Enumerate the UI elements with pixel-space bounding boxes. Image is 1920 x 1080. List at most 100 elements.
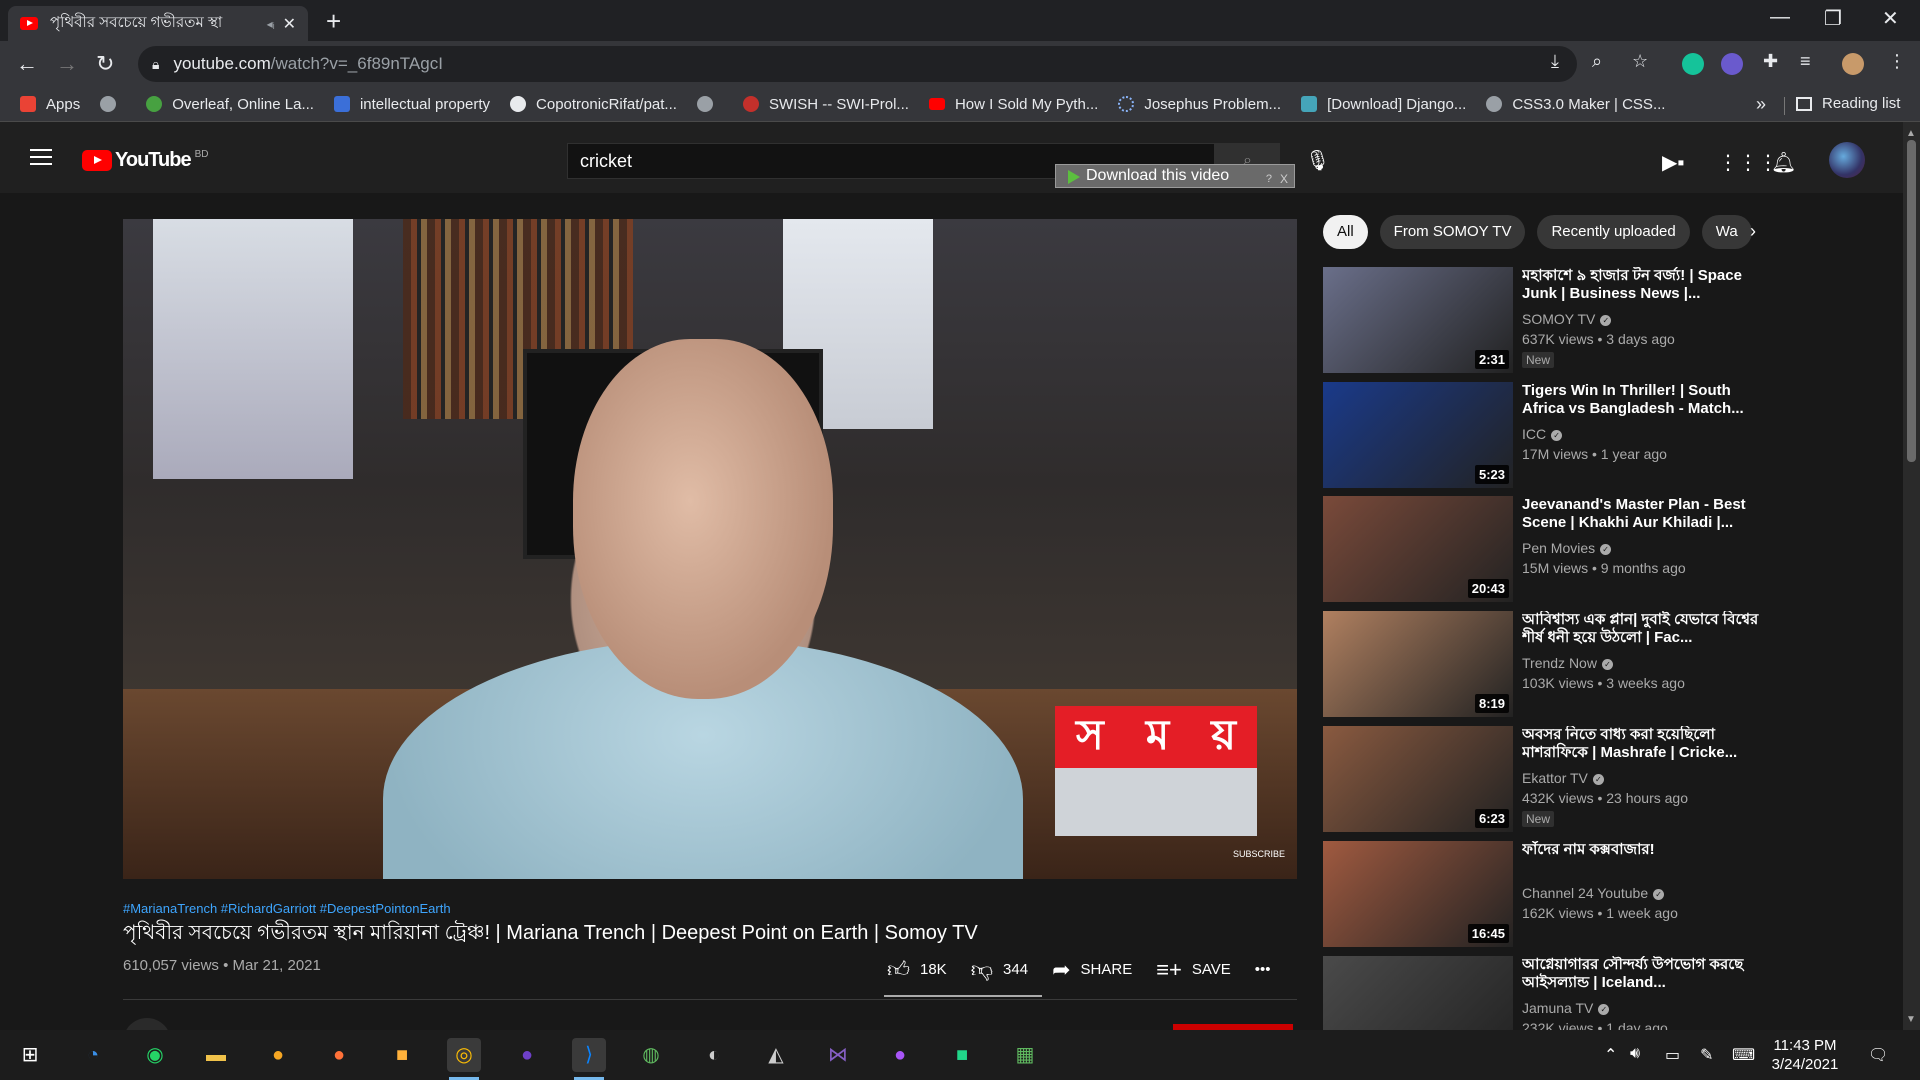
bookmark-overleaf[interactable]: Overleaf, Online La... <box>146 96 314 113</box>
chips-next-icon[interactable]: › <box>1750 221 1756 242</box>
recommended-channel[interactable]: Pen Movies ✓ <box>1522 540 1612 556</box>
more-actions-button[interactable]: ••• <box>1255 961 1271 978</box>
keyboard-icon[interactable]: ⌨ <box>1732 1045 1755 1065</box>
forward-button[interactable]: → <box>56 51 78 77</box>
lock-icon[interactable]: 🔒︎ <box>152 56 159 73</box>
media-control-icon[interactable]: ≡ <box>1800 51 1811 72</box>
bookmark-swish[interactable]: SWISH -- SWI-Prol... <box>742 96 909 113</box>
audio-playing-icon[interactable]: ◂ᵢ <box>267 17 275 31</box>
recommended-video[interactable]: 6:23 অবসর নিতে বাধ্য করা হয়েছিলো মাশরাফি… <box>1323 726 1823 832</box>
video-thumbnail[interactable]: 5:23 <box>1323 382 1513 488</box>
recommended-video[interactable]: 5:23 Tigers Win In Thriller! | South Afri… <box>1323 382 1823 488</box>
xampp-icon[interactable]: ■ <box>385 1038 419 1072</box>
whatsapp-icon[interactable]: ◉ <box>138 1038 172 1072</box>
vscode-icon[interactable]: ⟩ <box>572 1038 606 1080</box>
recommended-video[interactable]: 8:19 আবিশ্বাস্য এক প্লান| দুবাই যেভাবে বি… <box>1323 611 1823 717</box>
scroll-down-icon[interactable]: ▼ <box>1906 1014 1916 1025</box>
scrollbar-thumb[interactable] <box>1907 140 1916 462</box>
new-tab-button[interactable]: + <box>326 6 341 36</box>
app-icon[interactable]: ◍ <box>634 1038 668 1072</box>
save-button[interactable]: ≡+ SAVE <box>1156 957 1231 983</box>
tab-close-icon[interactable]: ✕ <box>283 14 296 34</box>
bookmark-globe-2[interactable] <box>696 96 723 112</box>
download-help-button[interactable]: ? <box>1266 168 1272 190</box>
bookmark-star-icon[interactable]: ☆ <box>1632 51 1648 72</box>
scroll-up-icon[interactable]: ▲ <box>1906 128 1916 139</box>
recommended-channel[interactable]: SOMOY TV ✓ <box>1522 311 1612 327</box>
chip-recently-uploaded[interactable]: Recently uploaded <box>1537 215 1690 249</box>
recommended-channel[interactable]: Channel 24 Youtube ✓ <box>1522 885 1665 901</box>
video-thumbnail[interactable]: 16:45 <box>1323 841 1513 947</box>
share-button[interactable]: ➦ SHARE <box>1052 957 1132 983</box>
windows-start-icon[interactable]: ⊞ <box>13 1038 47 1072</box>
minimize-button[interactable]: — <box>1770 6 1790 29</box>
recommended-title[interactable]: আগ্নেয়াগারর সৌন্দর্য্য উপভোগ করছে আইসল্… <box>1522 956 1762 992</box>
inkscape-icon[interactable]: ◭ <box>759 1038 793 1072</box>
recommended-title[interactable]: Tigers Win In Thriller! | South Africa v… <box>1522 382 1762 418</box>
video-thumbnail[interactable]: 2:31 <box>1323 267 1513 373</box>
hamburger-menu-icon[interactable] <box>30 149 52 165</box>
bookmark-apps[interactable]: Apps <box>20 96 80 113</box>
messenger-icon[interactable]: ● <box>883 1038 917 1072</box>
chip-from-somoy-tv[interactable]: From SOMOY TV <box>1379 215 1526 249</box>
download-video-overlay[interactable]: Download this video ? X <box>1055 164 1295 188</box>
chrome-menu-icon[interactable]: ⋮ <box>1888 51 1906 72</box>
bookmarks-overflow-button[interactable]: » <box>1756 94 1766 115</box>
chip-all[interactable]: All <box>1323 215 1368 249</box>
visual-studio-icon[interactable]: ⋈ <box>821 1038 855 1072</box>
reload-button[interactable]: ↻ <box>96 51 114 77</box>
apps-grid-icon[interactable]: ⋮⋮⋮ <box>1718 150 1778 175</box>
recommended-video[interactable]: 20:43 Jeevanand's Master Plan - Best Scen… <box>1323 496 1823 602</box>
video-thumbnail[interactable]: 6:23 <box>1323 726 1513 832</box>
bookmark-css3[interactable]: CSS3.0 Maker | CSS... <box>1486 96 1665 113</box>
zoom-icon[interactable]: ⌕ <box>1592 51 1602 72</box>
extension-icon[interactable] <box>1721 53 1743 75</box>
file-explorer-icon[interactable]: ▬ <box>199 1038 233 1072</box>
recommended-title[interactable]: অবসর নিতে বাধ্য করা হয়েছিলো মাশরাফিকে |… <box>1522 726 1762 762</box>
address-bar[interactable]: 🔒︎ youtube.com/watch?v=_6f89nTAgcI <box>138 46 1577 82</box>
like-button[interactable]: 👍︎ 18K <box>887 956 947 983</box>
notifications-bell-icon[interactable]: 🔔︎ <box>1771 150 1796 175</box>
back-button[interactable]: ← <box>16 51 38 77</box>
bookmark-django[interactable]: [Download] Django... <box>1301 96 1466 113</box>
tray-overflow-icon[interactable]: ⌃ <box>1604 1045 1617 1065</box>
bookmark-github[interactable]: CopotronicRifat/pat... <box>510 96 677 113</box>
recommended-title[interactable]: আবিশ্বাস্য এক প্লান| দুবাই যেভাবে বিশ্বে… <box>1522 611 1762 647</box>
grammarly-extension-icon[interactable] <box>1682 53 1704 75</box>
profile-avatar[interactable] <box>1842 53 1864 75</box>
extensions-puzzle-icon[interactable]: ✚ <box>1763 51 1778 72</box>
subscribe-watermark[interactable]: SUBSCRIBE <box>1233 849 1285 859</box>
chip-watched[interactable]: Wa <box>1701 215 1752 249</box>
pycharm-icon[interactable]: ■ <box>945 1038 979 1072</box>
system-clock[interactable]: 11:43 PM 3/24/2021 <box>1760 1036 1850 1074</box>
app-icon[interactable]: ◐ <box>697 1038 731 1072</box>
github-desktop-icon[interactable]: ● <box>510 1038 544 1072</box>
dislike-button[interactable]: 👎︎ 344 <box>971 956 1028 983</box>
recommended-channel[interactable]: Jamuna TV ✓ <box>1522 1000 1610 1016</box>
bookmark-intellectual-property[interactable]: intellectual property <box>333 96 490 113</box>
recommended-title[interactable]: ফাঁদের নাম কক্সবাজার! <box>1522 841 1762 859</box>
chrome-icon[interactable]: ◎ <box>447 1038 481 1080</box>
video-thumbnail[interactable]: 20:43 <box>1323 496 1513 602</box>
avast-icon[interactable]: ● <box>261 1038 295 1072</box>
network-icon[interactable]: ▭ <box>1665 1045 1680 1065</box>
recommended-title[interactable]: Jeevanand's Master Plan - Best Scene | K… <box>1522 496 1762 532</box>
create-video-icon[interactable]: ▶▪ <box>1662 150 1684 175</box>
voice-search-icon[interactable]: 🎙︎ <box>1305 148 1330 173</box>
download-close-button[interactable]: X <box>1280 168 1288 190</box>
bookmark-globe-1[interactable] <box>100 96 126 112</box>
recommended-title[interactable]: মহাকাশে ৯ হাজার টন বর্জ্য! | Space Junk … <box>1522 267 1762 303</box>
app-icon[interactable]: ◔ <box>76 1038 110 1072</box>
volume-icon[interactable]: 🔊︎ <box>1630 1045 1640 1063</box>
firefox-icon[interactable]: ● <box>322 1038 356 1072</box>
video-thumbnail[interactable]: 8:19 <box>1323 611 1513 717</box>
video-hashtags[interactable]: #MarianaTrench #RichardGarriott #Deepest… <box>123 901 451 916</box>
recommended-video[interactable]: 16:45 ফাঁদের নাম কক্সবাজার! Channel 24 You… <box>1323 841 1823 947</box>
restore-button[interactable]: ❐ <box>1824 6 1842 31</box>
recommended-channel[interactable]: Trendz Now ✓ <box>1522 655 1613 671</box>
bookmark-josephus[interactable]: Josephus Problem... <box>1118 96 1281 113</box>
pen-icon[interactable]: ✎ <box>1700 1045 1713 1065</box>
notifications-icon[interactable]: 🗨︎ <box>1868 1045 1888 1065</box>
bookmark-youtube[interactable]: How I Sold My Pyth... <box>928 96 1098 113</box>
youtube-logo[interactable]: YouTube BD <box>82 149 208 172</box>
